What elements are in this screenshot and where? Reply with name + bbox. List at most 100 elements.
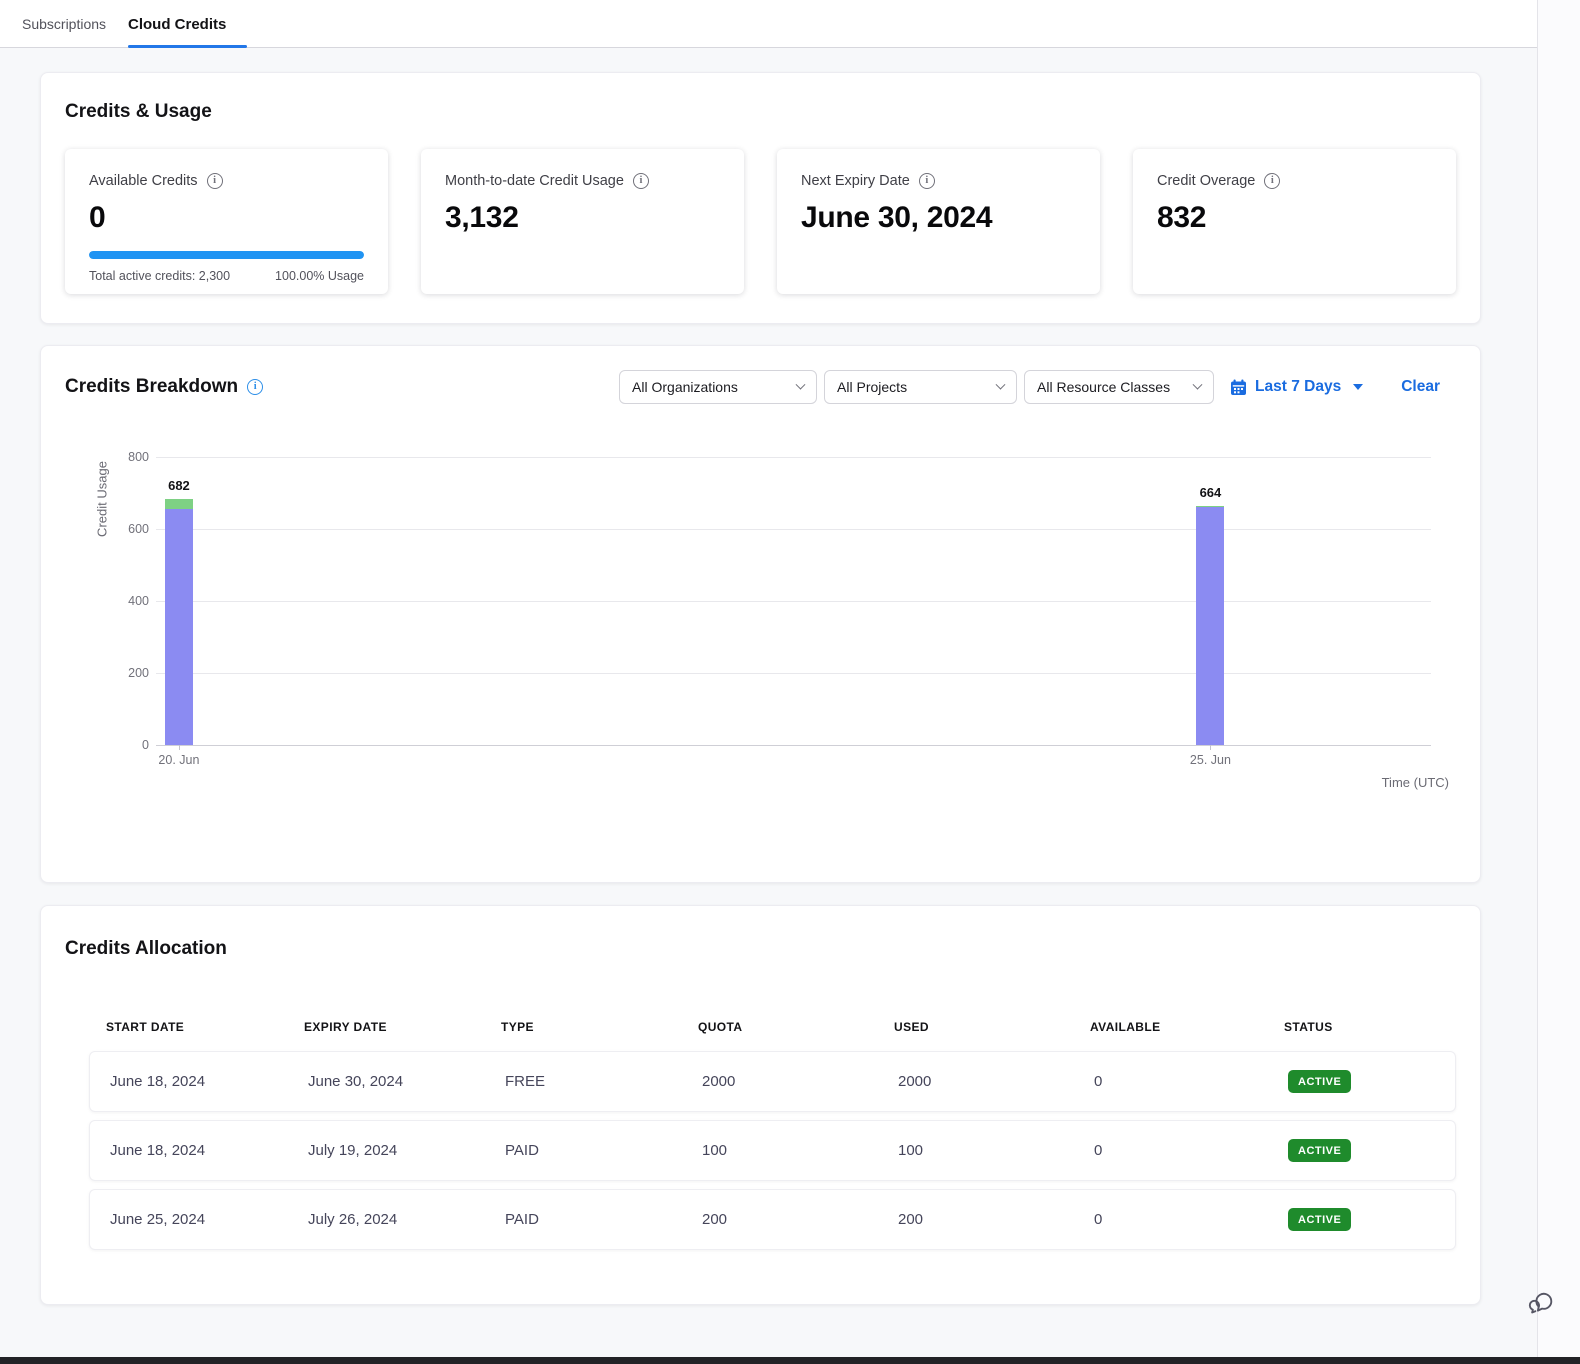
organizations-select-value: All Organizations [632, 379, 738, 395]
col-used: USED [894, 1020, 1090, 1034]
cell-type: FREE [505, 1073, 702, 1090]
credit-usage-chart: Credit Usage 0200400600800 68220. Jun664… [41, 457, 1480, 817]
stacked-bar: 682 [165, 499, 193, 745]
y-tick-label: 600 [128, 522, 149, 536]
gridline [156, 673, 1431, 674]
gridline [156, 529, 1431, 530]
credit-overage-label: Credit Overage [1157, 173, 1255, 189]
info-icon[interactable]: i [207, 173, 223, 189]
credits-breakdown-title: Credits Breakdown [65, 376, 238, 398]
y-tick-label: 800 [128, 450, 149, 464]
credits-usage-title: Credits & Usage [65, 101, 1480, 123]
col-type: TYPE [501, 1020, 698, 1034]
y-tick-label: 200 [128, 666, 149, 680]
cell-quota: 2000 [702, 1073, 898, 1090]
bar-value-label: 682 [168, 478, 190, 493]
info-icon[interactable]: i [919, 173, 935, 189]
x-axis-title: Time (UTC) [1382, 775, 1449, 790]
status-badge: ACTIVE [1288, 1139, 1351, 1162]
chat-bubbles-icon [1527, 1288, 1557, 1318]
table-row: June 18, 2024 June 30, 2024 FREE 2000 20… [89, 1051, 1456, 1112]
cell-quota: 100 [702, 1142, 898, 1159]
resource-classes-select-value: All Resource Classes [1037, 379, 1170, 395]
x-tick-mark [179, 745, 180, 750]
mtd-usage-value: 3,132 [445, 201, 720, 235]
cell-available: 0 [1094, 1073, 1288, 1090]
cell-available: 0 [1094, 1142, 1288, 1159]
mtd-usage-label: Month-to-date Credit Usage [445, 173, 624, 189]
credits-progress-fill [89, 251, 364, 259]
cell-type: PAID [505, 1211, 702, 1228]
info-icon[interactable]: i [247, 379, 263, 395]
info-icon[interactable]: i [1264, 173, 1280, 189]
cell-type: PAID [505, 1142, 702, 1159]
plot-area: 68220. Jun66425. Jun [156, 457, 1431, 745]
tab-subscriptions[interactable]: Subscriptions [22, 0, 106, 48]
chat-feedback-button[interactable] [1527, 1288, 1557, 1318]
scrollbar-gutter [1537, 0, 1580, 1364]
calendar-icon [1230, 379, 1247, 396]
projects-select[interactable]: All Projects [824, 370, 1017, 404]
col-expiry-date: EXPIRY DATE [304, 1020, 501, 1034]
cell-status: ACTIVE [1288, 1139, 1455, 1162]
resource-classes-select[interactable]: All Resource Classes [1024, 370, 1214, 404]
cell-expiry-date: July 19, 2024 [308, 1142, 505, 1159]
available-credits-card: Available Credits i 0 Total active credi… [65, 149, 388, 294]
col-available: AVAILABLE [1090, 1020, 1284, 1034]
x-tick-label: 25. Jun [1190, 753, 1231, 767]
x-tick-mark [1210, 745, 1211, 750]
table-row: June 18, 2024 July 19, 2024 PAID 100 100… [89, 1120, 1456, 1181]
info-icon[interactable]: i [633, 173, 649, 189]
y-axis-ticks: 0200400600800 [41, 457, 149, 745]
credits-breakdown-panel: Credits Breakdown i All Organizations Al… [40, 345, 1481, 883]
tab-cloud-credits-label: Cloud Credits [128, 16, 226, 33]
date-range-picker[interactable]: Last 7 Days [1230, 378, 1363, 396]
window-bottom-edge [0, 1357, 1580, 1364]
table-row: June 25, 2024 July 26, 2024 PAID 200 200… [89, 1189, 1456, 1250]
status-badge: ACTIVE [1288, 1208, 1351, 1231]
cell-used: 2000 [898, 1073, 1094, 1090]
credits-progress-bar [89, 251, 364, 259]
cell-status: ACTIVE [1288, 1208, 1455, 1231]
status-badge: ACTIVE [1288, 1070, 1351, 1093]
credit-overage-card: Credit Overage i 832 [1133, 149, 1456, 294]
tab-bar: Subscriptions Cloud Credits [0, 0, 1537, 48]
cell-status: ACTIVE [1288, 1070, 1455, 1093]
y-tick-label: 400 [128, 594, 149, 608]
bar-segment-macos [165, 509, 193, 745]
chart-filters: All Organizations All Projects All Resou… [612, 370, 1456, 404]
gridline [156, 745, 1431, 746]
col-start-date: START DATE [106, 1020, 304, 1034]
x-tick-label: 20. Jun [158, 753, 199, 767]
credits-allocation-title: Credits Allocation [65, 938, 1480, 960]
next-expiry-value: June 30, 2024 [801, 201, 1076, 235]
stacked-bar: 664 [1196, 506, 1224, 745]
mtd-usage-card: Month-to-date Credit Usage i 3,132 [421, 149, 744, 294]
credits-usage-panel: Credits & Usage Available Credits i 0 To… [40, 72, 1481, 324]
cell-used: 200 [898, 1211, 1094, 1228]
chevron-down-icon [796, 379, 806, 389]
cell-expiry-date: July 26, 2024 [308, 1211, 505, 1228]
cell-available: 0 [1094, 1211, 1288, 1228]
cell-quota: 200 [702, 1211, 898, 1228]
total-active-credits: Total active credits: 2,300 [89, 269, 230, 283]
clear-filters-button[interactable]: Clear [1401, 378, 1440, 396]
y-tick-label: 0 [142, 738, 149, 752]
active-tab-indicator [128, 45, 247, 48]
usage-percent: 100.00% Usage [275, 269, 364, 283]
chevron-down-icon [1193, 379, 1203, 389]
col-status: STATUS [1284, 1020, 1456, 1034]
caret-down-icon [1353, 384, 1363, 390]
tab-cloud-credits[interactable]: Cloud Credits [128, 0, 226, 48]
cell-used: 100 [898, 1142, 1094, 1159]
bar-segment-macos [1196, 507, 1224, 745]
projects-select-value: All Projects [837, 379, 907, 395]
available-credits-label: Available Credits [89, 173, 198, 189]
organizations-select[interactable]: All Organizations [619, 370, 817, 404]
cell-start-date: June 25, 2024 [110, 1211, 308, 1228]
cell-expiry-date: June 30, 2024 [308, 1073, 505, 1090]
next-expiry-card: Next Expiry Date i June 30, 2024 [777, 149, 1100, 294]
date-range-value: Last 7 Days [1255, 378, 1341, 396]
credit-overage-value: 832 [1157, 201, 1432, 235]
available-credits-value: 0 [89, 201, 364, 235]
